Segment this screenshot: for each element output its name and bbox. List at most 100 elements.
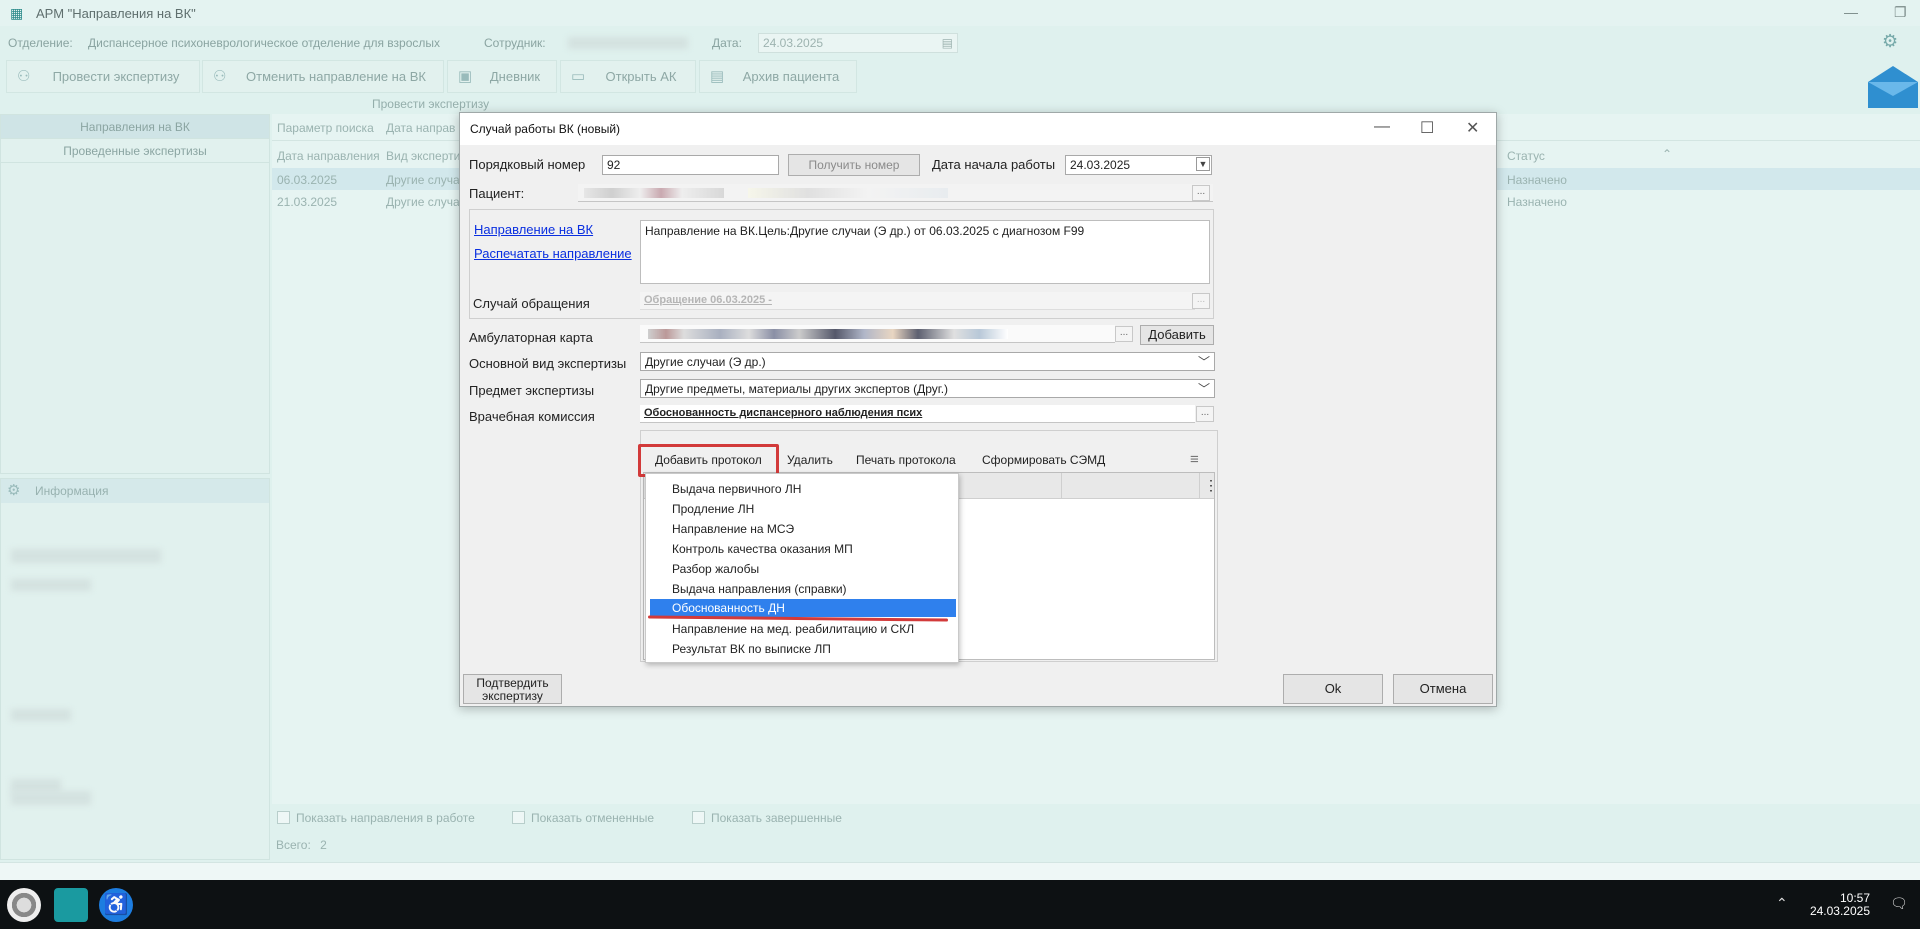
case-field[interactable]: Обращение 06.03.2025 - xyxy=(640,292,1195,310)
case-select-button[interactable]: ... xyxy=(1192,293,1210,309)
maximize-icon[interactable]: ☐ xyxy=(1420,118,1434,138)
print-referral-link[interactable]: Распечатать направление xyxy=(474,246,632,261)
notifications-icon[interactable]: 🗨 xyxy=(1890,895,1908,912)
settings-icon[interactable]: ⚙ xyxy=(7,479,20,503)
column-options-icon[interactable]: ⋮ xyxy=(1204,477,1218,494)
menu-item[interactable]: Результат ВК по выписке ЛП xyxy=(650,640,956,658)
referral-link[interactable]: Направление на ВК xyxy=(474,222,593,237)
referral-textarea[interactable]: Направление на ВК.Цель:Другие случаи (Э … xyxy=(640,220,1210,284)
date-field[interactable]: 24.03.2025 ▤ xyxy=(758,33,958,53)
search-col2-label: Дата направ xyxy=(386,121,456,135)
tab-referrals[interactable]: Направления на ВК xyxy=(1,115,269,139)
show-in-work-checkbox[interactable]: Показать направления в работе xyxy=(277,811,475,825)
main-type-select[interactable]: Другие случаи (Э др.) ﹀ xyxy=(640,352,1215,371)
case-label: Случай обращения xyxy=(473,296,590,311)
diary-label: Дневник xyxy=(489,69,541,84)
date-label: Дата: xyxy=(712,36,742,50)
commission-select-button[interactable]: ... xyxy=(1196,406,1214,422)
row-status: Назначено xyxy=(1507,173,1567,187)
info-panel: ⚙ Информация xyxy=(0,478,270,860)
show-cancelled-checkbox[interactable]: Показать отмененные xyxy=(512,811,654,825)
add-ambulatory-button[interactable]: Добавить xyxy=(1140,325,1214,345)
confirm-expertise-button[interactable]: Подтвердить экспертизу xyxy=(463,674,562,704)
cancel-referral-label: Отменить направление на ВК xyxy=(246,69,426,84)
print-protocol-button[interactable]: Печать протокола xyxy=(856,453,956,467)
protocol-type-menu: Выдача первичного ЛН Продление ЛН Направ… xyxy=(645,473,959,663)
ok-button[interactable]: Ok xyxy=(1283,674,1383,704)
clock[interactable]: 10:57 24.03.2025 xyxy=(1810,892,1870,918)
row-date: 06.03.2025 xyxy=(277,173,338,187)
archive-box-icon: ▭ xyxy=(571,68,586,85)
row-type: Другие случа xyxy=(386,173,460,187)
menu-item-selected[interactable]: Обоснованность ДН xyxy=(650,599,956,617)
col-header-status[interactable]: Статус xyxy=(1507,149,1545,163)
taskbar: ♿ ⌃ 10:57 24.03.2025 🗨 xyxy=(0,880,1920,929)
commission-field[interactable]: Обоснованность диспансерного наблюдения … xyxy=(640,405,1195,423)
menu-item[interactable]: Продление ЛН xyxy=(650,500,956,518)
accessibility-icon[interactable]: ♿ xyxy=(99,888,133,922)
show-cancelled-label: Показать отмененные xyxy=(531,811,655,825)
kaspersky-app-icon[interactable] xyxy=(54,888,88,922)
start-menu-icon[interactable] xyxy=(7,888,41,922)
patient-field[interactable] xyxy=(578,184,1213,202)
seq-number-input[interactable]: 92 xyxy=(602,155,779,175)
employee-value xyxy=(568,37,688,49)
tab-completed-expertise[interactable]: Проведенные экспертизы xyxy=(1,139,269,163)
status-bar xyxy=(0,862,1920,880)
menu-item[interactable]: Выдача направления (справки) xyxy=(650,580,956,598)
app-title: АРМ "Направления на ВК" xyxy=(36,6,196,21)
start-date-input[interactable]: 24.03.2025 ▼ xyxy=(1065,155,1212,175)
ambulatory-card-redacted xyxy=(648,329,1008,339)
department-value: Диспансерное психоневрологическое отделе… xyxy=(88,36,441,50)
subject-select[interactable]: Другие предметы, материалы других экспер… xyxy=(640,379,1215,398)
department-label: Отделение: xyxy=(8,36,73,50)
sort-arrow-icon[interactable]: ⌃ xyxy=(1662,147,1672,161)
delete-button[interactable]: Удалить xyxy=(787,453,833,467)
users-icon: ⚇ xyxy=(17,68,31,85)
col-header-date[interactable]: Дата направления xyxy=(277,149,380,163)
close-icon[interactable]: ✕ xyxy=(1466,118,1479,138)
info-title: Информация xyxy=(35,484,109,498)
menu-item[interactable]: Разбор жалобы xyxy=(650,560,956,578)
get-number-button[interactable]: Получить номер xyxy=(788,154,920,176)
ambulatory-card-field[interactable] xyxy=(640,325,1115,343)
referral-text: Направление на ВК.Цель:Другие случаи (Э … xyxy=(645,224,1085,238)
menu-item[interactable]: Выдача первичного ЛН xyxy=(650,480,956,498)
patient-label: Пациент: xyxy=(469,186,525,201)
subject-value: Другие предметы, материалы других экспер… xyxy=(645,382,949,396)
gear-icon[interactable]: ⚙ xyxy=(1882,31,1898,52)
ambulatory-select-button[interactable]: ... xyxy=(1115,326,1133,342)
restore-icon[interactable]: ❐ xyxy=(1894,4,1907,21)
patient-select-button[interactable]: ... xyxy=(1192,185,1210,201)
chevron-down-icon[interactable]: ﹀ xyxy=(1196,381,1212,397)
app-icon: ▦ xyxy=(10,5,24,21)
info-blurred-text xyxy=(11,549,161,563)
show-completed-checkbox[interactable]: Показать завершенные xyxy=(692,811,842,825)
minimize-icon[interactable]: — xyxy=(1844,4,1858,20)
open-ak-button[interactable]: ▭ Открыть АК xyxy=(560,60,696,93)
show-in-work-label: Показать направления в работе xyxy=(296,811,475,825)
cancel-referral-button[interactable]: ⚇ Отменить направление на ВК xyxy=(202,60,444,93)
chevron-down-icon[interactable]: ﹀ xyxy=(1196,354,1212,370)
form-semd-button[interactable]: Сформировать СЭМД xyxy=(982,453,1105,467)
patient-archive-label: Архив пациента xyxy=(742,69,840,84)
menu-item[interactable]: Направление на МСЭ xyxy=(650,520,956,538)
minimize-icon[interactable]: — xyxy=(1374,118,1390,136)
start-date-value: 24.03.2025 xyxy=(1070,158,1131,172)
start-date-label: Дата начала работы xyxy=(932,157,1056,172)
patient-archive-button[interactable]: ▤ Архив пациента xyxy=(699,60,857,93)
conduct-expertise-button[interactable]: ⚇ Провести экспертизу xyxy=(6,60,200,93)
menu-item[interactable]: Контроль качества оказания МП xyxy=(650,540,956,558)
menu-icon[interactable]: ≡ xyxy=(1190,451,1199,468)
menu-item[interactable]: Направление на мед. реабилитацию и СКЛ xyxy=(650,620,956,638)
cancel-button[interactable]: Отмена xyxy=(1393,674,1493,704)
calendar-icon[interactable]: ▤ xyxy=(942,36,953,50)
mail-icon[interactable] xyxy=(1866,62,1920,110)
commission-value: Обоснованность диспансерного наблюдения … xyxy=(644,407,923,419)
diary-button[interactable]: ▣ Дневник xyxy=(447,60,557,93)
chevron-down-icon[interactable]: ▼ xyxy=(1196,157,1210,171)
open-ak-label: Открыть АК xyxy=(605,69,677,84)
info-blurred-text xyxy=(11,791,91,805)
tray-chevron-icon[interactable]: ⌃ xyxy=(1776,895,1788,912)
case-value: Обращение 06.03.2025 - xyxy=(644,294,772,306)
